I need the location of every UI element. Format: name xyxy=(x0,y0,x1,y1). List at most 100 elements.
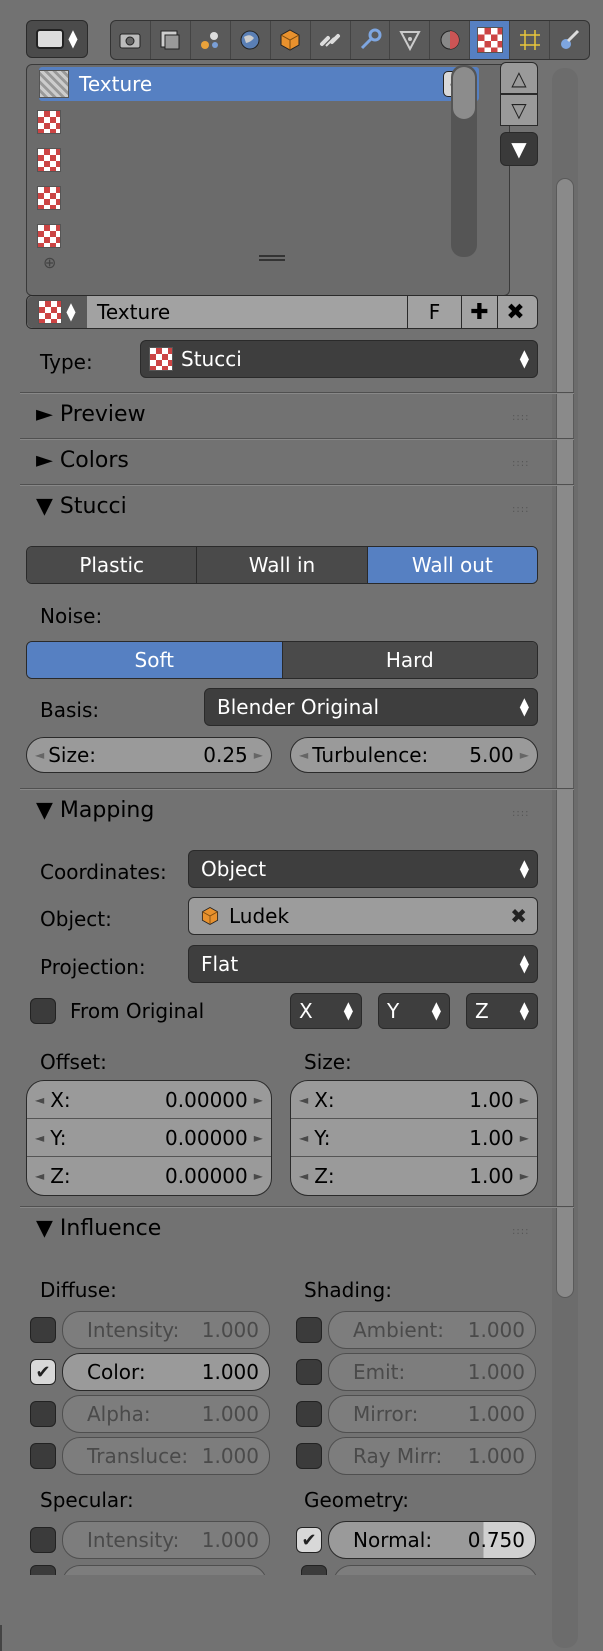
tab-particles[interactable] xyxy=(510,21,551,59)
unlink-button[interactable]: ✖ xyxy=(497,296,533,328)
type-value: Stucci xyxy=(181,347,242,371)
panel-mapping-header[interactable]: ▼ Mapping xyxy=(36,798,154,823)
tab-modifiers[interactable] xyxy=(351,21,391,59)
panel-colors-header[interactable]: ► Colors xyxy=(36,448,129,473)
diffuse-intensity-field[interactable]: Intensity: 1.000 xyxy=(62,1311,270,1349)
tab-render[interactable] xyxy=(111,21,151,59)
diffuse-alpha-field[interactable]: Alpha: 1.000 xyxy=(62,1395,270,1433)
decrement-icon[interactable]: ◄ xyxy=(299,748,308,762)
projection-dropdown[interactable]: Flat ▲ ▼ xyxy=(188,945,538,983)
drag-grip-icon[interactable]: :::: xyxy=(512,412,529,423)
tab-data[interactable] xyxy=(390,21,431,59)
list-item[interactable] xyxy=(37,219,477,253)
increment-icon[interactable]: ► xyxy=(254,748,263,762)
fake-user-button[interactable]: F xyxy=(407,296,461,328)
texture-type-icon xyxy=(149,347,173,371)
panel-stucci-header[interactable]: ▼ Stucci xyxy=(36,494,127,519)
field-label: Alpha: xyxy=(87,1402,151,1426)
list-item[interactable] xyxy=(37,143,477,177)
texture-name-field[interactable]: Texture xyxy=(97,300,407,324)
coordinates-dropdown[interactable]: Object ▲ ▼ xyxy=(188,850,538,888)
shading-mirror-field[interactable]: Mirror: 1.000 xyxy=(328,1395,536,1433)
specular-intensity-checkbox[interactable] xyxy=(30,1527,56,1553)
size-z-field[interactable]: ◄ Z: 1.00 ► xyxy=(291,1157,537,1195)
size-y-field[interactable]: ◄ Y: 1.00 ► xyxy=(291,1119,537,1157)
diffuse-intensity-checkbox[interactable] xyxy=(30,1317,56,1343)
mapping-z-dropdown[interactable]: Z ▲ ▼ xyxy=(466,993,538,1029)
diffuse-color-checkbox[interactable]: ✔ xyxy=(30,1359,56,1385)
filter-options-icon[interactable]: ⊕ xyxy=(43,253,56,272)
stucci-wall-out-button[interactable]: Wall out xyxy=(367,547,537,583)
drag-grip-icon[interactable]: :::: xyxy=(512,1226,529,1237)
shading-ambient-checkbox[interactable] xyxy=(296,1317,322,1343)
noise-soft-button[interactable]: Soft xyxy=(27,642,283,678)
shading-ray-mirror-row: Ray Mirr: 1.000 xyxy=(296,1437,536,1475)
panel-preview-header[interactable]: ► Preview xyxy=(36,402,146,427)
list-item[interactable] xyxy=(37,181,477,215)
tab-object[interactable] xyxy=(271,21,311,59)
offset-z-field[interactable]: ◄ Z: 0.00000 ► xyxy=(27,1157,271,1195)
drag-grip-icon[interactable]: :::: xyxy=(512,808,529,819)
list-specials-button[interactable]: ▼ xyxy=(500,132,538,166)
increment-icon[interactable]: ► xyxy=(520,748,529,762)
size-x-field[interactable]: ◄ X: 1.00 ► xyxy=(291,1081,537,1119)
tab-material[interactable] xyxy=(430,21,471,59)
resize-corner[interactable] xyxy=(0,1625,20,1651)
noise-size-field[interactable]: ◄ Size: 0.25 ► xyxy=(26,737,272,773)
coordinates-label: Coordinates: xyxy=(40,860,167,884)
mapping-y-dropdown[interactable]: Y ▲ ▼ xyxy=(378,993,450,1029)
field-label: Turbulence: xyxy=(312,743,429,767)
texture-datablock-selector[interactable]: ▲ ▼ Texture F ✚ ✖ xyxy=(26,295,538,329)
properties-scrollbar-thumb[interactable] xyxy=(556,178,574,1298)
shading-ambient-field[interactable]: Ambient: 1.000 xyxy=(328,1311,536,1349)
from-original-checkbox[interactable]: From Original xyxy=(30,998,204,1024)
tab-world[interactable] xyxy=(231,21,271,59)
shading-ray-mirror-field[interactable]: Ray Mirr: 1.000 xyxy=(328,1437,536,1475)
geometry-normal-checkbox[interactable]: ✔ xyxy=(296,1527,322,1553)
object-field[interactable]: Ludek ✖ xyxy=(188,897,538,935)
drag-grip-icon[interactable]: :::: xyxy=(512,458,529,469)
shading-mirror-checkbox[interactable] xyxy=(296,1401,322,1427)
offset-x-field[interactable]: ◄ X: 0.00000 ► xyxy=(27,1081,271,1119)
new-texture-button[interactable]: ✚ xyxy=(461,296,497,328)
particles-icon xyxy=(519,30,540,50)
close-icon: ✖ xyxy=(506,299,525,325)
tab-texture[interactable] xyxy=(470,21,511,59)
diffuse-color-field[interactable]: Color: 1.000 xyxy=(62,1353,270,1391)
panel-title: Stucci xyxy=(59,494,127,519)
divider xyxy=(20,484,574,486)
tab-physics[interactable] xyxy=(550,21,589,59)
noise-hard-button[interactable]: Hard xyxy=(282,642,537,678)
shading-emit-field[interactable]: Emit: 1.000 xyxy=(328,1353,536,1391)
move-up-button[interactable]: △ xyxy=(500,62,538,94)
move-down-button[interactable]: ▽ xyxy=(500,94,538,126)
panel-influence-header[interactable]: ▼ Influence xyxy=(36,1216,161,1241)
list-scrollbar-thumb[interactable] xyxy=(453,67,475,119)
geometry-normal-field[interactable]: Normal: 0.750 xyxy=(328,1521,536,1559)
browse-texture-button[interactable]: ▲ ▼ xyxy=(27,296,87,328)
list-resize-grip[interactable] xyxy=(259,255,285,261)
type-dropdown[interactable]: Stucci ▲ ▼ xyxy=(140,340,538,378)
basis-dropdown[interactable]: Blender Original ▲ ▼ xyxy=(204,688,538,726)
diffuse-translucency-checkbox[interactable] xyxy=(30,1443,56,1469)
offset-y-field[interactable]: ◄ Y: 0.00000 ► xyxy=(27,1119,271,1157)
list-item[interactable] xyxy=(37,105,477,139)
specular-intensity-field[interactable]: Intensity: 1.000 xyxy=(62,1521,270,1559)
shading-ray-mirror-checkbox[interactable] xyxy=(296,1443,322,1469)
diffuse-translucency-field[interactable]: Transluce: 1.000 xyxy=(62,1437,270,1475)
decrement-icon[interactable]: ◄ xyxy=(35,748,44,762)
tab-constraints[interactable] xyxy=(311,21,351,59)
diffuse-alpha-checkbox[interactable] xyxy=(30,1401,56,1427)
tab-render-layers[interactable] xyxy=(151,21,191,59)
stucci-plastic-button[interactable]: Plastic xyxy=(27,547,198,583)
turbulence-field[interactable]: ◄ Turbulence: 5.00 ► xyxy=(290,737,538,773)
editor-type-menu[interactable]: ▲ ▼ xyxy=(26,20,88,58)
checkbox-box[interactable] xyxy=(30,998,56,1024)
clear-object-icon[interactable]: ✖ xyxy=(510,904,527,928)
drag-grip-icon[interactable]: :::: xyxy=(512,504,529,515)
stucci-wall-in-button[interactable]: Wall in xyxy=(197,547,368,583)
mapping-x-dropdown[interactable]: X ▲ ▼ xyxy=(290,993,362,1029)
list-item[interactable]: Texture ✔ xyxy=(39,67,479,101)
shading-emit-checkbox[interactable] xyxy=(296,1359,322,1385)
tab-scene[interactable] xyxy=(191,21,231,59)
